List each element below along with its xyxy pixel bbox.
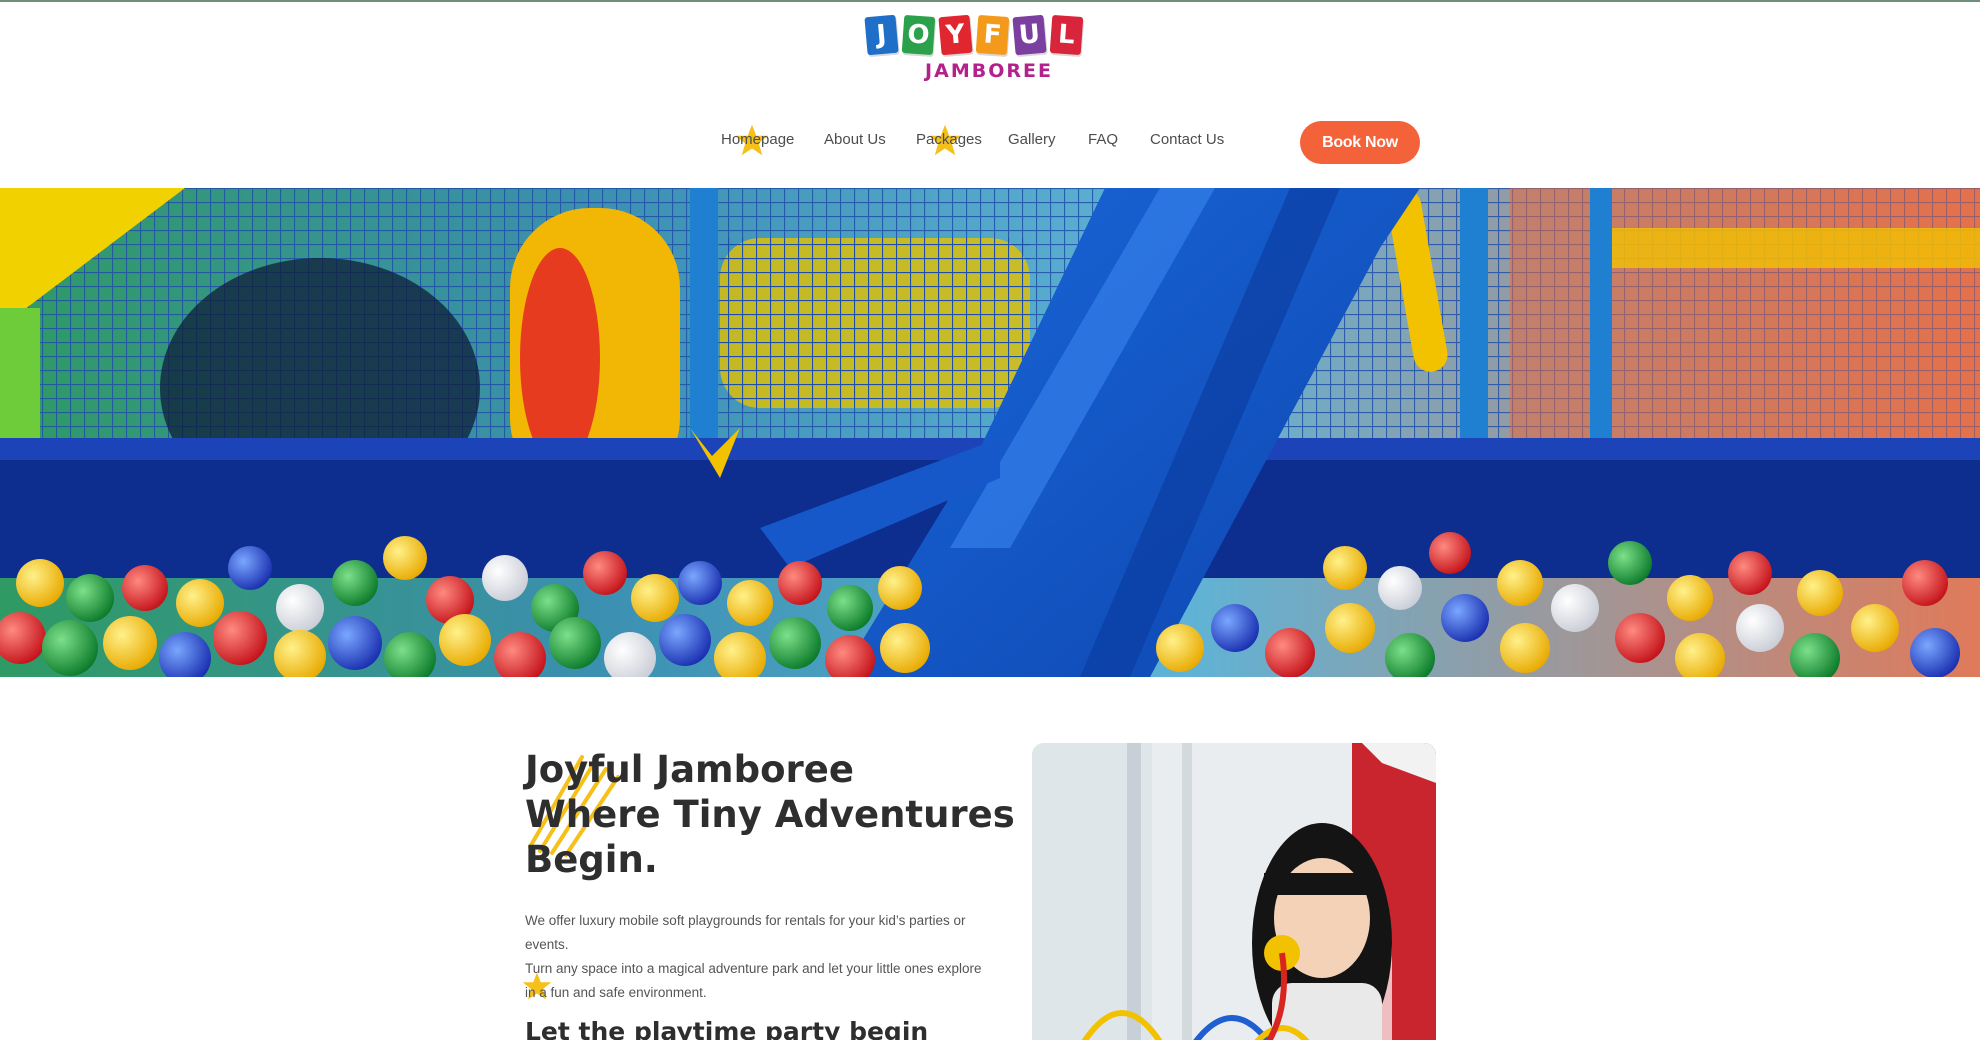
logo-letter-tile: L: [1049, 14, 1084, 56]
nav-item-gallery[interactable]: Gallery: [1008, 120, 1056, 160]
site-logo[interactable]: J O Y F U L JAMBOREE: [864, 14, 1112, 86]
logo-letter-tile: Y: [938, 14, 973, 56]
nav-item-faq[interactable]: FAQ: [1088, 120, 1118, 160]
intro-paragraph: Turn any space into a magical adventure …: [525, 961, 982, 1000]
logo-letter-tile: J: [864, 14, 899, 56]
logo-letters: J O Y F U L: [864, 14, 1112, 56]
main-navigation: Homepage About Us Packages Gallery FAQ C…: [0, 120, 1980, 160]
site-header: J O Y F U L JAMBOREE Homepage About Us P…: [0, 2, 1980, 188]
logo-letter-tile: F: [975, 14, 1010, 56]
nav-label: Packages: [916, 131, 982, 148]
hero-image: [0, 188, 1980, 677]
nav-label: FAQ: [1088, 131, 1119, 148]
intro-title: Joyful Jamboree Where Tiny Adventures Be…: [525, 747, 1025, 882]
nav-item-contact-us[interactable]: Contact Us: [1150, 120, 1224, 160]
nav-label: Contact Us: [1150, 131, 1225, 148]
intro-title-line: Begin.: [525, 838, 658, 881]
logo-letter-tile: O: [901, 14, 936, 56]
intro-photo: [1032, 743, 1436, 1040]
intro-subheading: Let the playtime party begin: [525, 1017, 929, 1040]
book-now-button[interactable]: Book Now: [1300, 121, 1420, 164]
intro-description: We offer luxury mobile soft playgrounds …: [525, 909, 985, 1005]
intro-title-line: Where Tiny Adventures: [525, 793, 1015, 836]
girl-playing-photo: [1032, 743, 1436, 1040]
hero-banner: [0, 188, 1980, 677]
nav-label: Gallery: [1008, 131, 1056, 148]
intro-section: Joyful Jamboree Where Tiny Adventures Be…: [0, 677, 1980, 1040]
nav-label: About Us: [824, 131, 886, 148]
logo-subtitle: JAMBOREE: [925, 60, 1053, 82]
logo-letter-tile: U: [1012, 14, 1047, 56]
intro-paragraph: We offer luxury mobile soft playgrounds …: [525, 913, 966, 952]
nav-item-about-us[interactable]: About Us: [824, 120, 886, 160]
intro-title-line: Joyful Jamboree: [525, 748, 854, 791]
nav-item-homepage[interactable]: Homepage: [721, 120, 794, 160]
nav-label: Homepage: [721, 131, 795, 148]
nav-item-packages[interactable]: Packages: [916, 120, 982, 160]
